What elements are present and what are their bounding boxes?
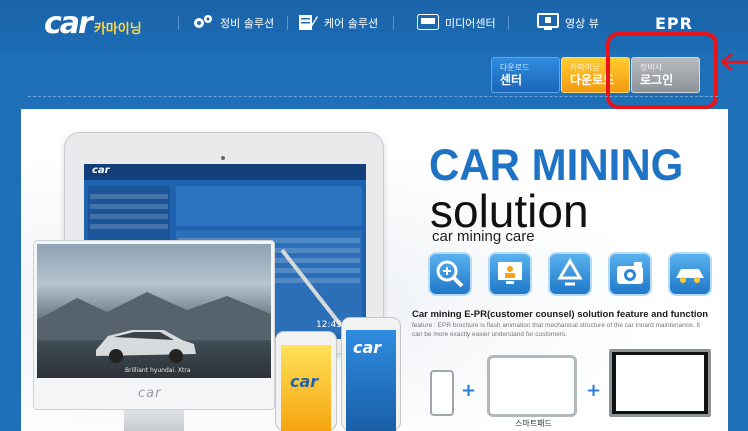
tablet-app-form [176, 186, 362, 226]
nav-maintenance-solution[interactable]: 정비 솔루션 [192, 12, 274, 34]
device-label: 스마트패드 [515, 419, 552, 428]
hero-title: CAR MINING [429, 139, 684, 190]
gears-icon [192, 13, 214, 34]
tablet-app-header [84, 164, 366, 180]
recycle-icon[interactable] [548, 252, 592, 296]
nav-label: 미디어센터 [445, 17, 496, 30]
button-label: 센터 [500, 73, 523, 87]
nav-label: 정비 솔루션 [220, 17, 275, 30]
download-center-button[interactable]: 다운로드 센터 [491, 57, 560, 93]
description-title: Car mining E-PR(customer counsel) soluti… [412, 309, 709, 320]
monitor-brand: car [138, 386, 162, 401]
login-highlight-box [606, 32, 718, 109]
tablet-row [90, 224, 168, 229]
plus-icon: + [586, 380, 602, 401]
search-plus-icon[interactable] [428, 252, 472, 296]
nav-divider [393, 16, 394, 30]
pointer-arrow-icon [721, 53, 748, 71]
car-icon[interactable] [668, 252, 712, 296]
logo-subtitle: 카마이닝 [93, 21, 142, 37]
phone-blue-logo: car [353, 338, 382, 357]
nav-divider [287, 16, 288, 30]
monitor-user-icon[interactable] [488, 252, 532, 296]
tablet-row [90, 194, 168, 199]
tablet-camera [221, 156, 225, 160]
phone-time: 12:45 [316, 320, 342, 330]
nav-divider [508, 16, 509, 30]
tablet-row [90, 204, 168, 209]
nav-label: 케어 솔루션 [324, 17, 379, 30]
logo[interactable]: car 카마이닝 [44, 5, 142, 41]
button-caption: 다운로드 [500, 63, 530, 72]
monitor-caption: Brilliant hyundai. Xtra [125, 367, 191, 374]
divider-line [28, 96, 718, 97]
nav-epr[interactable]: EPR [655, 12, 693, 34]
smartphone-outline-icon [430, 370, 454, 416]
nav-label: EPR [655, 13, 693, 33]
monitor-stand [124, 410, 184, 431]
media-icon [417, 13, 439, 33]
hero-subtitle: car mining care [432, 228, 535, 245]
feature-icons [428, 252, 718, 298]
description-body: feature : EPR brochure is flash animatio… [412, 322, 700, 338]
logo-text: car [44, 5, 93, 41]
notepad-icon [298, 13, 318, 34]
tablet-row [90, 214, 168, 219]
tablet-outline-icon [487, 355, 577, 417]
monitor-outline-screen [616, 355, 704, 411]
nav-label: 영상 뷰 [565, 17, 599, 30]
monitor-icon [537, 12, 559, 34]
nav-care-solution[interactable]: 케어 솔루션 [298, 12, 378, 34]
nav-divider [178, 16, 179, 30]
phone-yellow-logo: car [290, 372, 319, 391]
nav-video-view[interactable]: 영상 뷰 [537, 12, 599, 34]
camera-icon[interactable] [608, 252, 652, 296]
nav-media-center[interactable]: 미디어센터 [417, 12, 496, 34]
car-image [96, 330, 196, 363]
tablet-app-logo: car [92, 165, 110, 176]
plus-icon: + [461, 380, 477, 401]
